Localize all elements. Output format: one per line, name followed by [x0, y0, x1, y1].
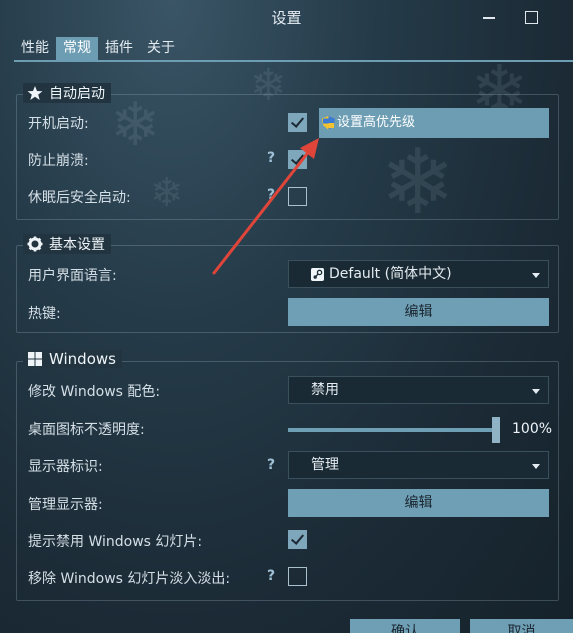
ui-language-value: Default (简体中文)	[329, 266, 452, 282]
chevron-down-icon	[532, 273, 540, 278]
chevron-down-icon	[532, 389, 540, 394]
prevent-crash-help-icon[interactable]: ?	[267, 150, 275, 166]
chevron-down-icon	[532, 464, 540, 469]
autostart-group-title: 自动启动	[23, 83, 111, 103]
monitor-id-label: 显示器标识:	[28, 459, 103, 475]
slideshow-fade-label: 移除 Windows 幻灯片淡入淡出:	[28, 571, 231, 587]
slideshow-hint-checkbox[interactable]	[288, 530, 307, 549]
basic-settings-group-title: 基本设置	[23, 234, 111, 254]
star-icon	[27, 86, 43, 100]
tab-bar: 性能 常规 插件 关于	[14, 37, 182, 60]
manage-monitors-edit-button[interactable]: 编辑	[288, 489, 549, 517]
basic-settings-title-label: 基本设置	[49, 237, 105, 253]
boot-start-checkbox[interactable]	[288, 113, 307, 132]
tab-general[interactable]: 常规	[56, 37, 98, 60]
monitor-id-dropdown[interactable]: 管理	[288, 451, 549, 479]
tab-plugins[interactable]: 插件	[98, 37, 140, 60]
cancel-button[interactable]: 取消	[470, 619, 573, 633]
manage-monitors-label: 管理显示器:	[28, 497, 103, 513]
safe-start-checkbox[interactable]	[288, 187, 307, 206]
icon-opacity-slider-fill	[288, 428, 496, 432]
prevent-crash-label: 防止崩溃:	[28, 153, 89, 169]
tab-performance[interactable]: 性能	[14, 37, 56, 60]
uac-shield-icon	[322, 116, 335, 130]
slideshow-fade-help-icon[interactable]: ?	[267, 568, 275, 584]
tab-about[interactable]: 关于	[140, 37, 182, 60]
slideshow-hint-label: 提示禁用 Windows 幻灯片:	[28, 534, 203, 550]
icon-opacity-slider-track[interactable]	[288, 428, 496, 432]
windows-color-dropdown[interactable]: 禁用	[288, 376, 549, 404]
tooltip-text: 设置高优先级	[337, 115, 416, 130]
autostart-title-label: 自动启动	[49, 86, 105, 102]
steam-icon	[311, 268, 324, 281]
settings-window: ❄ ❄ ❄ ❄ ❄ 设置 性能 常规 插件 关于 自动启动 开机启动: 防止崩溃…	[0, 0, 573, 633]
monitor-id-help-icon[interactable]: ?	[267, 457, 275, 473]
ui-language-dropdown[interactable]: Default (简体中文)	[288, 260, 549, 288]
prevent-crash-checkbox[interactable]	[288, 150, 307, 169]
windows-group-title: Windows	[23, 350, 122, 368]
gear-icon	[27, 236, 43, 252]
windows-logo-icon	[28, 352, 42, 366]
title-bar: 设置	[0, 0, 573, 36]
high-priority-tooltip[interactable]: 设置高优先级	[319, 108, 549, 138]
hotkey-label: 热键:	[28, 306, 61, 322]
maximize-icon[interactable]	[520, 6, 542, 28]
safe-start-help-icon[interactable]: ?	[267, 187, 275, 203]
safe-start-after-sleep-label: 休眠后安全启动:	[28, 190, 131, 206]
monitor-id-value: 管理	[311, 457, 339, 473]
windows-color-label: 修改 Windows 配色:	[28, 384, 161, 400]
windows-color-value: 禁用	[311, 382, 339, 398]
windows-title-label: Windows	[49, 350, 116, 368]
slideshow-fade-checkbox[interactable]	[288, 567, 307, 586]
boot-start-label: 开机启动:	[28, 116, 89, 132]
ok-button[interactable]: 确认	[350, 619, 460, 633]
tab-underline	[14, 60, 573, 62]
icon-opacity-label: 桌面图标不透明度:	[28, 422, 145, 438]
hotkey-edit-button[interactable]: 编辑	[288, 298, 549, 326]
ui-language-label: 用户界面语言:	[28, 268, 117, 284]
minimize-icon[interactable]	[478, 6, 500, 28]
icon-opacity-value: 100%	[512, 421, 553, 437]
icon-opacity-slider-handle[interactable]	[492, 417, 500, 443]
